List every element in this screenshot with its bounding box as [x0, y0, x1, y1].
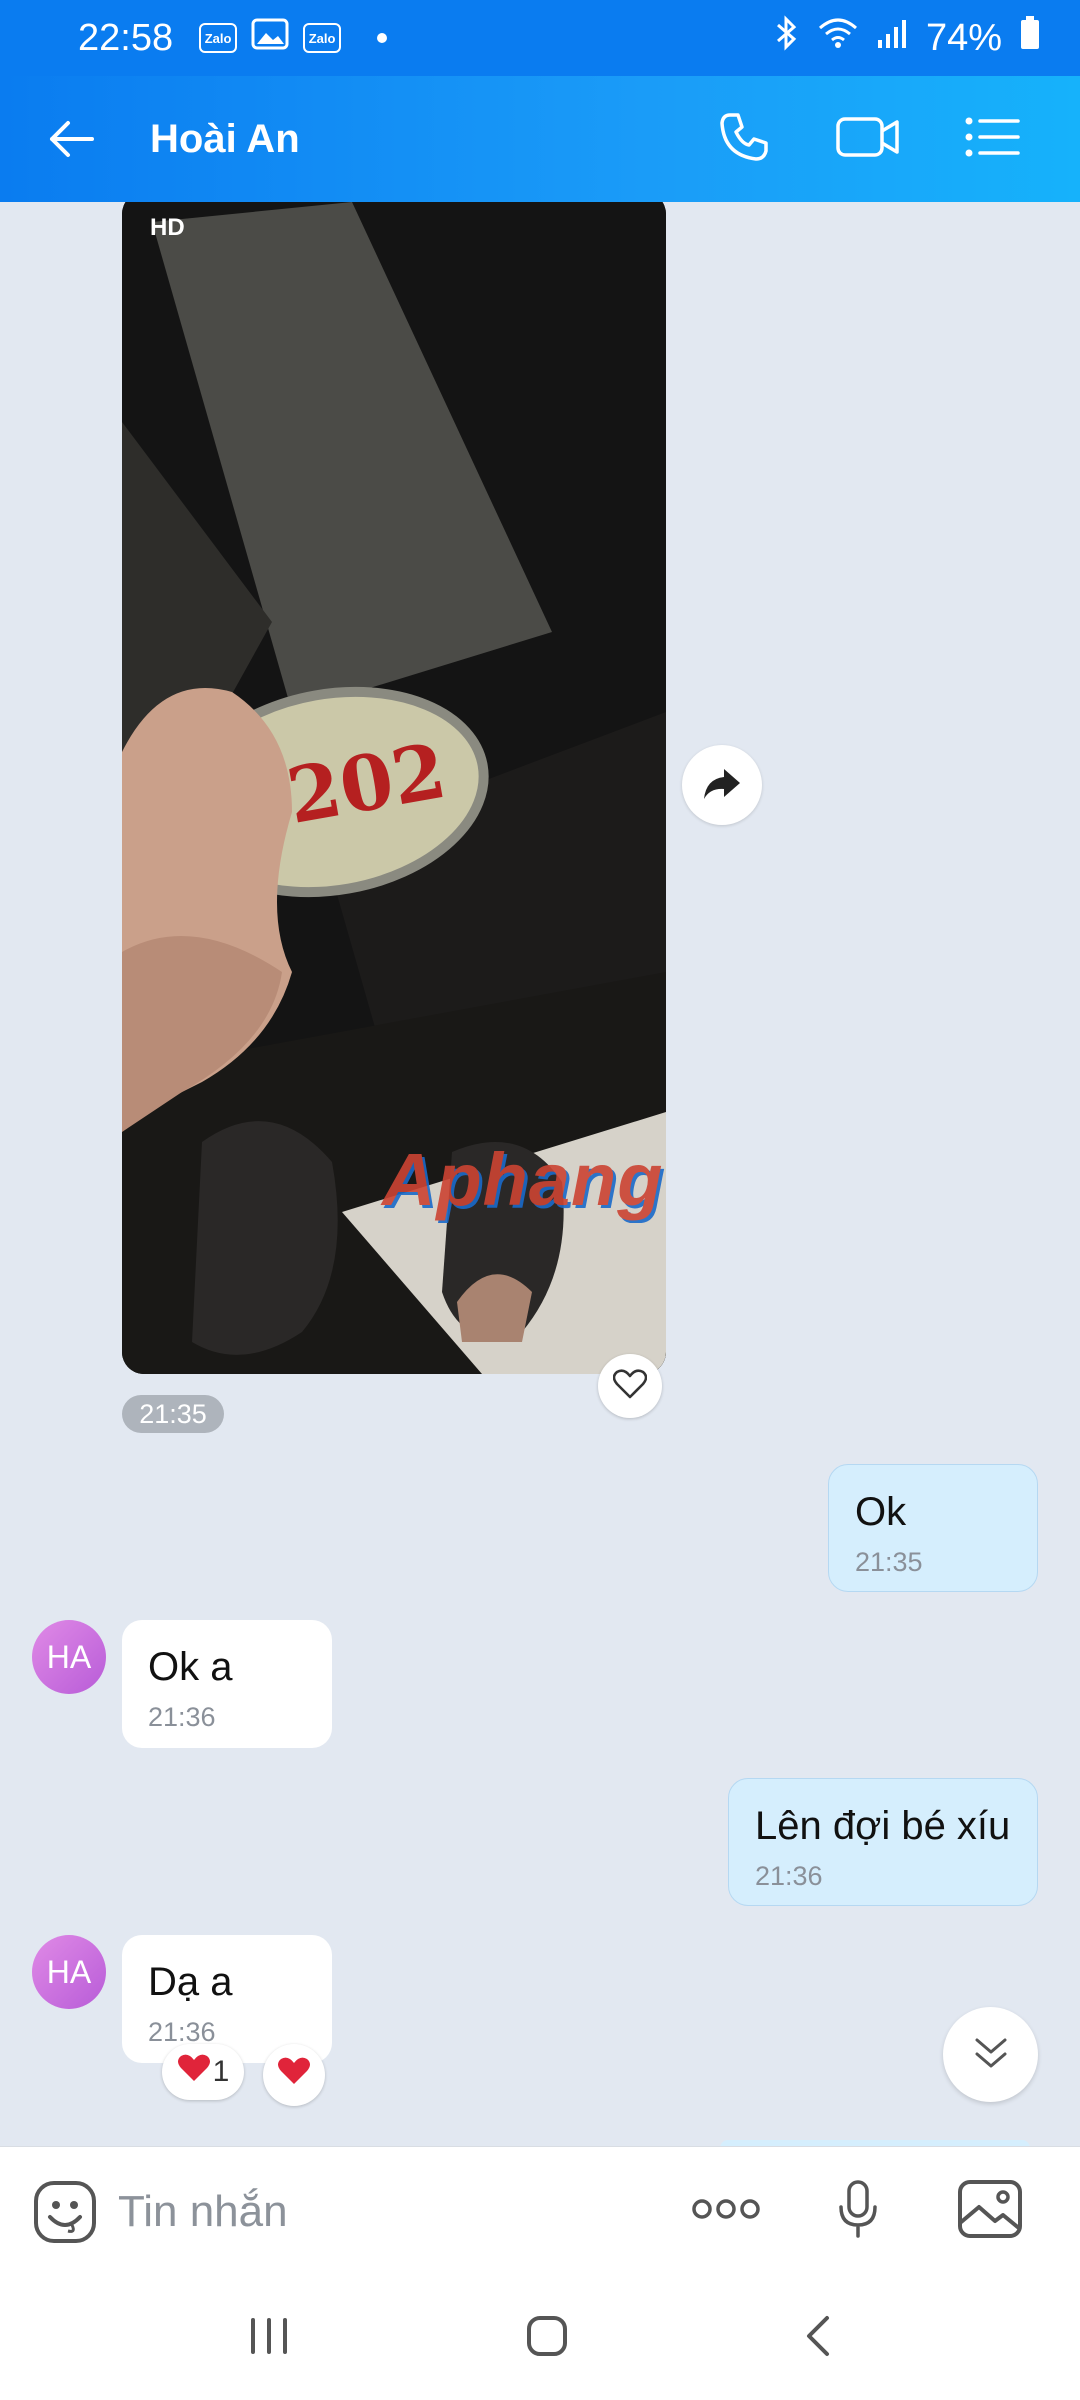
message-composer	[0, 2146, 1080, 2276]
outgoing-message[interactable]: Ok 21:35	[828, 1464, 1038, 1592]
heart-icon	[277, 2056, 311, 2094]
phone-icon	[716, 109, 772, 170]
home-button[interactable]	[525, 2314, 569, 2363]
avatar[interactable]: HA	[32, 1935, 106, 2009]
add-reaction-button[interactable]	[263, 2044, 325, 2106]
sticker-button[interactable]	[32, 2179, 98, 2245]
incoming-message[interactable]: Ok a 21:36	[122, 1620, 332, 1748]
watermark: Aphang	[382, 1138, 664, 1221]
message-text: Lên đợi bé xíu	[755, 1804, 1011, 1848]
mic-icon	[836, 2179, 880, 2244]
chat-options-button[interactable]	[930, 99, 1054, 179]
wifi-icon	[818, 16, 858, 60]
recent-apps-button[interactable]	[247, 2316, 291, 2361]
sticker-icon	[32, 2180, 98, 2249]
menu-list-icon	[964, 115, 1020, 164]
phone-call-button[interactable]	[682, 99, 806, 179]
battery-percent: 74%	[925, 16, 1002, 59]
zalo-notification-icon-2: Zalo	[303, 23, 342, 53]
video-call-icon	[835, 113, 901, 166]
avatar[interactable]: HA	[32, 1620, 106, 1694]
system-back-button[interactable]	[803, 2314, 833, 2363]
bluetooth-icon	[774, 15, 800, 61]
status-time: 22:58	[78, 16, 174, 59]
message-time: 21:36	[148, 1702, 216, 1732]
gallery-notification-icon	[251, 17, 289, 60]
notification-dot	[377, 33, 388, 43]
heart-icon	[177, 2053, 211, 2091]
double-chevron-down-icon	[971, 2032, 1011, 2077]
battery-icon	[1020, 16, 1040, 60]
system-nav-bar	[0, 2276, 1080, 2400]
message-input[interactable]	[118, 2186, 658, 2237]
scroll-to-bottom-button[interactable]	[943, 2007, 1038, 2102]
react-heart-button[interactable]	[598, 1354, 662, 1418]
status-bar: 22:58 Zalo Zalo 74%	[0, 0, 1080, 76]
message-list[interactable]: P.202 HD Aphang 21:35 Ok 21:35 HA Ok a 2…	[0, 202, 1080, 2146]
message-text: Ok	[855, 1490, 907, 1534]
contact-name[interactable]: Hoài An	[150, 117, 300, 162]
chat-header: Hoài An	[0, 76, 1080, 202]
received-photo[interactable]: P.202 HD Aphang	[122, 202, 666, 1374]
gallery-icon	[957, 2179, 1023, 2244]
video-call-button[interactable]	[806, 99, 930, 179]
outgoing-message[interactable]: Lên đợi bé xíu 21:36	[728, 1778, 1038, 1906]
share-icon	[702, 765, 742, 806]
gallery-button[interactable]	[924, 2172, 1056, 2252]
more-button[interactable]	[660, 2172, 792, 2252]
photo-timestamp: 21:35	[122, 1395, 224, 1433]
message-text: Dạ a	[148, 1960, 233, 2004]
back-arrow-icon[interactable]	[44, 111, 100, 167]
more-icon	[691, 2197, 761, 2226]
voice-message-button[interactable]	[792, 2172, 924, 2252]
chevron-left-icon	[803, 2315, 833, 2362]
message-time: 21:36	[148, 2017, 216, 2047]
share-button[interactable]	[682, 745, 762, 825]
recent-apps-icon	[247, 2317, 291, 2360]
reaction-summary[interactable]: 1	[162, 2044, 244, 2100]
message-text: Ok a	[148, 1645, 233, 1689]
message-time: 21:35	[855, 1547, 923, 1577]
reaction-count: 1	[212, 2055, 230, 2088]
zalo-notification-icon: Zalo	[199, 23, 238, 53]
signal-icon	[876, 17, 908, 60]
hd-badge: HD	[150, 214, 185, 241]
message-time: 21:36	[755, 1861, 823, 1891]
home-icon	[525, 2315, 569, 2362]
heart-icon	[612, 1368, 648, 1404]
